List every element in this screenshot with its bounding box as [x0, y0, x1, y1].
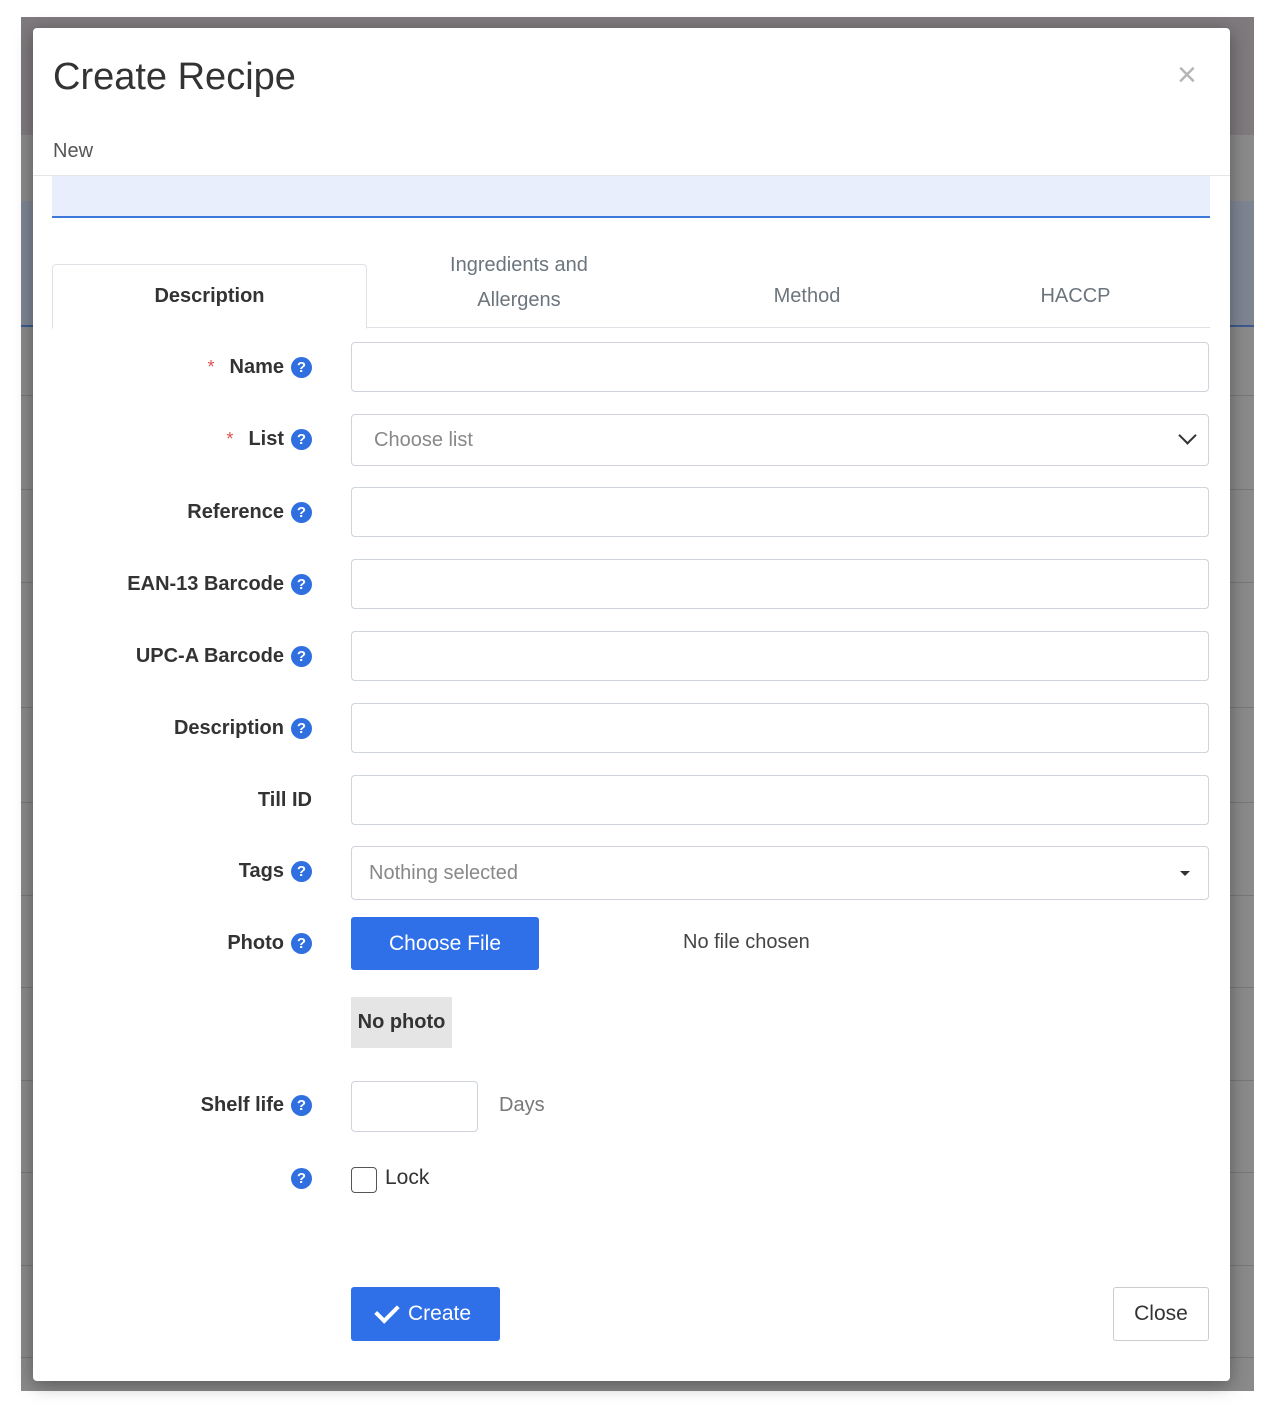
- choose-file-button[interactable]: Choose File: [351, 917, 539, 970]
- till-id-label: Till ID: [258, 789, 312, 812]
- file-status: No file chosen: [683, 931, 810, 953]
- reference-input[interactable]: [351, 487, 1209, 537]
- question-circle-icon[interactable]: ?: [291, 1168, 312, 1189]
- question-circle-icon[interactable]: ?: [291, 502, 312, 523]
- till-id-label-text: Till ID: [257, 789, 312, 811]
- shelf-life-unit: Days: [499, 1094, 545, 1116]
- create-button[interactable]: Create: [351, 1287, 500, 1341]
- lock-help: ?: [291, 1168, 312, 1189]
- question-circle-icon[interactable]: ?: [291, 933, 312, 954]
- required-marker: *: [226, 429, 234, 449]
- reference-label: Reference ?: [187, 501, 312, 524]
- till-id-input[interactable]: [351, 775, 1209, 825]
- ean13-input[interactable]: [351, 559, 1209, 609]
- question-circle-icon[interactable]: ?: [291, 357, 312, 378]
- tab-ingredients-label-line2: Allergens: [477, 289, 561, 311]
- tab-ingredients-label-line1: Ingredients and: [450, 254, 588, 276]
- ean13-label: EAN-13 Barcode ?: [127, 573, 312, 596]
- modal-subtitle: New: [53, 140, 94, 162]
- list-label: * List ?: [226, 428, 312, 451]
- close-icon[interactable]: ×: [1177, 58, 1197, 92]
- lock-label[interactable]: Lock: [385, 1166, 429, 1190]
- create-recipe-modal: Create Recipe × New Description Ingredie…: [33, 28, 1230, 1381]
- tab-bar: Description Ingredients and Allergens Me…: [52, 254, 1210, 329]
- list-select[interactable]: Choose list: [351, 414, 1209, 466]
- list-select-placeholder: Choose list: [374, 429, 473, 451]
- question-circle-icon[interactable]: ?: [291, 646, 312, 667]
- question-circle-icon[interactable]: ?: [291, 429, 312, 450]
- ean13-label-text: EAN-13 Barcode: [127, 573, 284, 595]
- upca-label: UPC-A Barcode ?: [136, 645, 312, 668]
- shelf-life-input[interactable]: [351, 1081, 478, 1132]
- tab-method-label: Method: [773, 284, 841, 307]
- shelf-life-label: Shelf life ?: [201, 1094, 312, 1117]
- name-label: * Name ?: [207, 356, 312, 379]
- reference-label-text: Reference: [187, 501, 284, 523]
- required-marker: *: [207, 357, 215, 377]
- list-label-text: List: [248, 428, 284, 450]
- close-button[interactable]: Close: [1113, 1287, 1209, 1341]
- question-circle-icon[interactable]: ?: [291, 574, 312, 595]
- tags-select-placeholder: Nothing selected: [369, 862, 518, 884]
- tags-label: Tags ?: [239, 860, 312, 883]
- tags-select[interactable]: Nothing selected: [351, 846, 1209, 900]
- tags-label-text: Tags: [238, 860, 284, 882]
- photo-label: Photo ?: [227, 932, 312, 955]
- tab-method[interactable]: Method: [673, 264, 941, 328]
- tab-description-label: Description: [154, 285, 265, 307]
- caret-down-icon: [1180, 871, 1190, 876]
- name-input[interactable]: [351, 342, 1209, 392]
- description-label-text: Description: [173, 717, 284, 739]
- chevron-down-icon: [1178, 426, 1197, 445]
- info-bar: [52, 176, 1210, 218]
- tab-description[interactable]: Description: [52, 264, 367, 329]
- photo-preview: No photo: [351, 997, 452, 1048]
- name-label-text: Name: [229, 356, 284, 378]
- photo-label-text: Photo: [227, 932, 284, 954]
- check-icon: [374, 1298, 400, 1324]
- create-button-label: Create: [407, 1302, 472, 1325]
- upca-label-text: UPC-A Barcode: [135, 645, 284, 667]
- lock-checkbox[interactable]: [351, 1167, 377, 1193]
- upca-input[interactable]: [351, 631, 1209, 681]
- tab-haccp[interactable]: HACCP: [941, 264, 1210, 328]
- description-label: Description ?: [174, 717, 312, 740]
- question-circle-icon[interactable]: ?: [291, 1095, 312, 1116]
- question-circle-icon[interactable]: ?: [291, 861, 312, 882]
- tab-ingredients-and-allergens[interactable]: Ingredients and Allergens: [365, 238, 673, 328]
- question-circle-icon[interactable]: ?: [291, 718, 312, 739]
- shelf-life-label-text: Shelf life: [200, 1094, 284, 1116]
- tab-haccp-label: HACCP: [1040, 284, 1111, 307]
- description-input[interactable]: [351, 703, 1209, 753]
- modal-title: Create Recipe: [53, 56, 296, 98]
